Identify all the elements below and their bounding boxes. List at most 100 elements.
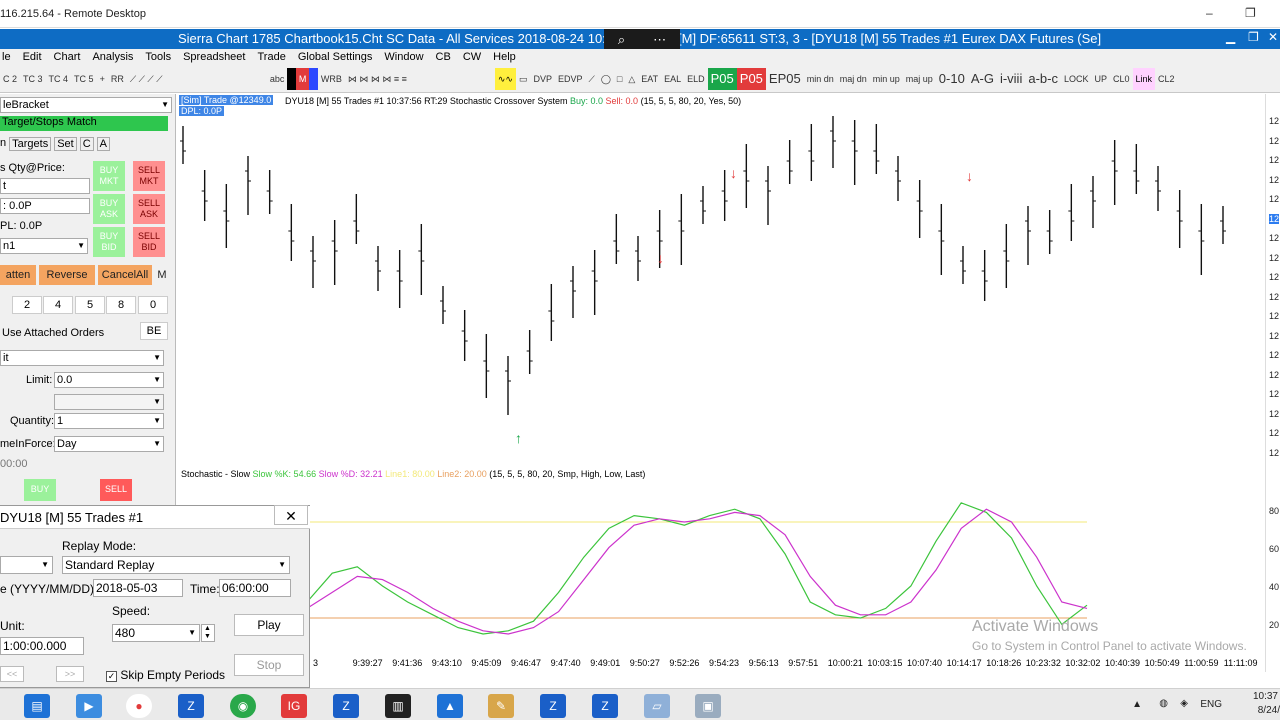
wave-icon[interactable]: ∿∿ [494,68,516,90]
chrome-icon[interactable]: ● [126,694,152,718]
volume-icon[interactable]: ◈ [1180,698,1188,709]
cancel-all-button[interactable]: CancelAll [98,265,152,285]
restore-icon[interactable]: ❐ [1245,6,1256,20]
toolbar-edvp[interactable]: EDVP [555,68,586,90]
app-launcher-icon[interactable]: ▶ [76,694,102,718]
app-restore-icon[interactable]: ❐ [1248,30,1259,44]
remote-desktop-icon[interactable]: ▣ [695,694,721,718]
menu-chart[interactable]: Chart [54,49,81,66]
order-type-select[interactable]: leBracket ▼ [0,97,172,113]
toolbar-up[interactable]: UP [1091,68,1110,90]
toolbar-tc5[interactable]: TC 5 [71,68,97,90]
replay-chart-select[interactable]: ▼ [0,556,53,574]
qty-price-field[interactable]: t [0,178,90,194]
box-icon[interactable]: □ [614,68,625,90]
replay-time-input[interactable]: 06:00:00 [219,579,291,597]
toolbar-lock[interactable]: LOCK [1061,68,1092,90]
quantity-input[interactable]: 1 ▼ [54,413,164,429]
sierra-chart-icon-4[interactable]: Z [592,694,618,718]
crosshair-icon[interactable]: + [97,68,108,90]
qty-preset-2[interactable]: 2 [12,296,42,314]
folder-icon[interactable]: ▱ [644,694,670,718]
toolbar-0-10[interactable]: 0-10 [936,68,968,90]
toolbar-c2[interactable]: C 2 [0,68,20,90]
toolbar-abc[interactable]: abc [267,68,288,90]
toolbar-cl0[interactable]: CL0 [1110,68,1133,90]
tab-a[interactable]: A [96,137,111,151]
tray-up-icon[interactable]: ▲ [1132,699,1142,710]
sierra-chart-icon-1[interactable]: Z [178,694,204,718]
toolbar-p05-green[interactable]: P05 [707,68,737,90]
toolbar-wrb[interactable]: WRB [318,68,345,90]
trading-app-icon[interactable]: ▥ [385,694,411,718]
app-minimize-icon[interactable]: ▁ [1226,30,1235,44]
toolbar-dvp[interactable]: DVP [530,68,555,90]
menu-tools[interactable]: Tools [145,49,171,66]
unit-input[interactable]: 1:00:00.000 [0,637,84,655]
target-stops-match[interactable]: Target/Stops Match [0,116,168,131]
stop-button[interactable]: Stop [234,654,304,676]
menu-help[interactable]: Help [493,49,516,66]
menu-spreadsheet[interactable]: Spreadsheet [183,49,245,66]
toolbar-link[interactable]: Link [1132,68,1156,90]
file-explorer-icon[interactable]: ▤ [24,694,50,718]
order-kind-select[interactable]: it ▼ [0,350,164,366]
tab-n[interactable]: n [0,137,6,151]
toolbar-maj-dn[interactable]: maj dn [837,68,870,90]
replay-date-input[interactable]: 2018-05-03 [93,579,183,597]
sierra-chart-icon-2[interactable]: Z [333,694,359,718]
next-button[interactable]: >> [56,666,84,682]
sell-mkt-button[interactable]: SELL MKT [133,161,165,191]
globe-icon[interactable]: ◉ [230,694,256,718]
toolbar-rr[interactable]: RR [108,68,127,90]
qty-preset-4[interactable]: 4 [43,296,73,314]
sell-bid-button[interactable]: SELL BID [133,227,165,257]
color-blue-icon[interactable] [309,68,318,90]
toolbar-eat[interactable]: EAT [638,68,661,90]
account-select[interactable]: n1 ▼ [0,238,88,254]
speed-input[interactable]: 480 ▼ [112,624,200,642]
menu-file[interactable]: le [2,49,11,66]
buy-mkt-button[interactable]: BUY MKT [93,161,125,191]
toolbar-tc3[interactable]: TC 3 [20,68,46,90]
tif-select[interactable]: Day ▼ [54,436,164,452]
triangle-icon[interactable]: △ [625,68,638,90]
toolbar-eal[interactable]: EAL [661,68,684,90]
speed-spinner[interactable]: ▲ ▼ [201,624,215,642]
qty-preset-8[interactable]: 8 [106,296,136,314]
sierra-chart-icon-3[interactable]: Z [540,694,566,718]
pattern-tools-icon[interactable]: ⋈ ⋈ ⋈ ⋈ ≡ ≡ [345,68,495,90]
clock-time[interactable]: 10:37 [1253,691,1278,702]
toolbar-ep05[interactable]: EP05 [766,68,804,90]
toolbar-maj-up[interactable]: maj up [903,68,936,90]
chart-area[interactable]: [Sim] Trade @12349.0 DPL: 0.0P DYU18 [M]… [177,94,1265,672]
menu-trade[interactable]: Trade [257,49,285,66]
tab-targets[interactable]: Targets [9,137,52,151]
be-button[interactable]: BE [140,322,168,340]
menu-global-settings[interactable]: Global Settings [298,49,373,66]
more-icon[interactable]: ⋯ [653,32,666,48]
qty-preset-0[interactable]: 0 [138,296,168,314]
language-indicator[interactable]: ENG [1200,699,1222,710]
m-button[interactable]: M [153,265,171,285]
ig-icon[interactable]: IG [281,694,307,718]
tab-c[interactable]: C [79,137,94,151]
toolbar-min-up[interactable]: min up [870,68,903,90]
close-icon[interactable]: ✕ [274,505,308,525]
zoom-icon[interactable]: ⌕ [618,32,625,48]
sell-button[interactable]: SELL [100,479,132,501]
play-button[interactable]: Play [234,614,304,636]
menu-analysis[interactable]: Analysis [92,49,133,66]
tab-set[interactable]: Set [54,137,77,151]
toolbar-m[interactable]: M [295,68,310,90]
buy-button[interactable]: BUY [24,479,56,501]
minimize-icon[interactable]: – [1206,6,1213,20]
network-icon[interactable]: ◍ [1159,698,1168,709]
menu-cb[interactable]: CB [436,49,451,66]
toolbar-min-dn[interactable]: min dn [804,68,837,90]
rectangle-icon[interactable]: ▭ [516,68,531,90]
use-attached-orders-label[interactable]: Use Attached Orders [2,327,104,339]
toolbar-cl2[interactable]: CL2 [1155,68,1178,90]
limit-input[interactable]: 0.0 ▼ [54,372,164,388]
notes-icon[interactable]: ✎ [488,694,514,718]
